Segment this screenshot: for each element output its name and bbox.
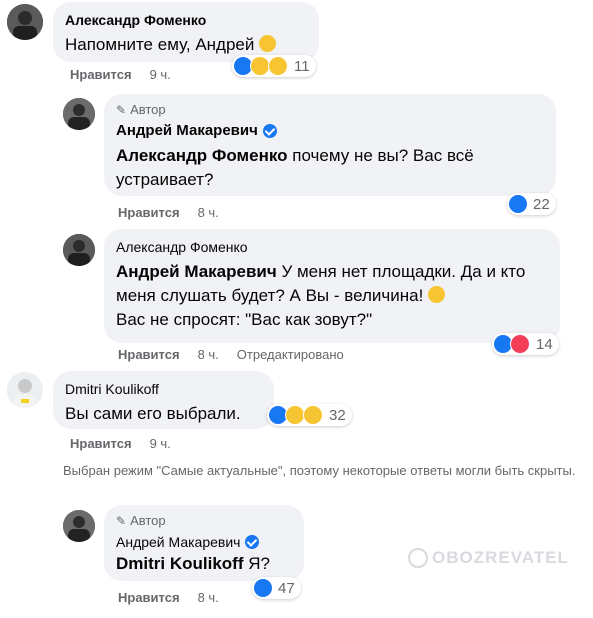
- comment-text-body-2: Вас не спросят: "Вас как зовут?": [116, 310, 373, 329]
- author-tag: ✎ Автор: [116, 102, 544, 117]
- comment-bubble: ✎ Автор Андрей Макаревич Александр Фомен…: [104, 94, 556, 196]
- comment-actions: Нравится 8 ч. Отредактировано: [118, 347, 344, 362]
- avatar[interactable]: [7, 4, 43, 40]
- comment-text-body: Напомните ему, Андрей: [65, 35, 255, 54]
- reaction-count: 14: [536, 335, 553, 353]
- comment-author-name[interactable]: Андрей Макаревич: [116, 121, 258, 141]
- mention-link[interactable]: Александр Фоменко: [116, 146, 288, 165]
- timestamp[interactable]: 8 ч.: [198, 205, 219, 220]
- wink-emoji-icon: [259, 35, 277, 52]
- avatar[interactable]: [63, 510, 95, 542]
- reactions-summary[interactable]: 14: [492, 333, 559, 355]
- timestamp[interactable]: 8 ч.: [198, 347, 219, 362]
- verified-badge-icon: [262, 124, 277, 138]
- timestamp[interactable]: 9 ч.: [150, 436, 171, 451]
- comment-author[interactable]: Андрей Макаревич: [116, 532, 292, 552]
- comment-author[interactable]: Александр Фоменко: [65, 10, 307, 30]
- watermark-logo-icon: [408, 548, 428, 568]
- reaction-count: 22: [533, 195, 550, 213]
- author-tag-label: Автор: [130, 513, 166, 528]
- like-button[interactable]: Нравится: [118, 347, 180, 362]
- comment-actions: Нравится 9 ч.: [70, 67, 171, 82]
- comment-text-body: Я?: [243, 554, 270, 573]
- reactions-summary[interactable]: 32: [267, 404, 352, 426]
- reaction-count: 32: [329, 406, 346, 424]
- timestamp[interactable]: 9 ч.: [150, 67, 171, 82]
- love-reaction-icon: [510, 334, 530, 354]
- author-tag: ✎ Автор: [116, 513, 292, 528]
- comment-bubble: Александр Фоменко Андрей Макаревич У мен…: [104, 229, 560, 343]
- like-button[interactable]: Нравится: [118, 590, 180, 605]
- timestamp[interactable]: 8 ч.: [198, 590, 219, 605]
- comment-actions: Нравится 9 ч.: [70, 436, 171, 451]
- watermark: OBOZREVATEL: [408, 548, 569, 568]
- mention-link[interactable]: Андрей Макаревич: [116, 262, 277, 281]
- avatar[interactable]: [7, 372, 43, 408]
- comment-bubble: Александр Фоменко Напомните ему, Андрей: [53, 2, 319, 62]
- avatar[interactable]: [63, 98, 95, 130]
- verified-badge-icon: [245, 535, 260, 549]
- edited-label[interactable]: Отредактировано: [237, 347, 344, 362]
- author-tag-label: Автор: [130, 102, 166, 117]
- comment-actions: Нравится 8 ч.: [118, 590, 219, 605]
- reaction-count: 47: [278, 579, 295, 597]
- comment-bubble: Dmitri Koulikoff Вы сами его выбрали.: [53, 371, 274, 429]
- mention-link[interactable]: Dmitri Koulikoff: [116, 554, 244, 573]
- comment-author[interactable]: Dmitri Koulikoff: [65, 379, 262, 399]
- reactions-summary[interactable]: 22: [507, 193, 556, 215]
- comment-text: Александр Фоменко почему не вы? Вас всё …: [116, 144, 544, 192]
- reactions-summary[interactable]: 47: [252, 577, 301, 599]
- pen-icon: ✎: [116, 102, 127, 117]
- sad-reaction-icon: [303, 405, 323, 425]
- like-button[interactable]: Нравится: [70, 67, 132, 82]
- reaction-count: 11: [294, 57, 310, 75]
- comment-text: Напомните ему, Андрей: [65, 33, 307, 57]
- comment-bubble: ✎ Автор Андрей Макаревич Dmitri Koulikof…: [104, 505, 304, 581]
- comment-author-name[interactable]: Андрей Макаревич: [116, 532, 240, 552]
- comment-text: Dmitri Koulikoff Я?: [116, 552, 292, 576]
- like-reaction-icon: [509, 195, 527, 213]
- like-button[interactable]: Нравится: [70, 436, 132, 451]
- comment-text: Андрей Макаревич У меня нет площадки. Да…: [116, 260, 548, 332]
- comment-author[interactable]: Александр Фоменко: [116, 237, 548, 257]
- watermark-text: OBOZREVATEL: [432, 548, 569, 567]
- wow-reaction-icon: [268, 56, 288, 76]
- wink-emoji-icon: [428, 286, 446, 303]
- haha-reaction-icon: [285, 405, 305, 425]
- avatar[interactable]: [63, 234, 95, 266]
- comment-author[interactable]: Андрей Макаревич: [116, 121, 544, 141]
- like-reaction-icon: [254, 579, 272, 597]
- pen-icon: ✎: [116, 513, 127, 528]
- sort-notice: Выбран режим "Самые актуальные", поэтому…: [63, 463, 576, 478]
- comment-text: Вы сами его выбрали.: [65, 404, 241, 423]
- comment-actions: Нравится 8 ч.: [118, 205, 219, 220]
- reactions-summary[interactable]: 11: [232, 55, 316, 77]
- haha-reaction-icon: [250, 56, 270, 76]
- like-button[interactable]: Нравится: [118, 205, 180, 220]
